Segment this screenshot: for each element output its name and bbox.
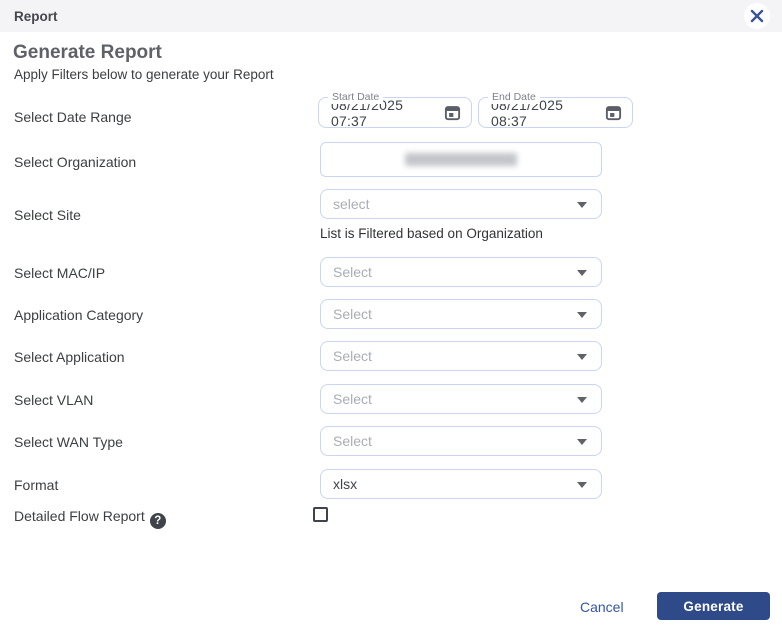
label-detailed-flow-report: Detailed Flow Report? <box>14 508 166 529</box>
label-format: Format <box>14 477 58 493</box>
wan-type-placeholder: Select <box>333 433 372 449</box>
page-subtitle: Apply Filters below to generate your Rep… <box>14 67 274 82</box>
close-button[interactable] <box>744 3 770 29</box>
label-vlan: Select VLAN <box>14 392 93 408</box>
label-site: Select Site <box>14 207 81 223</box>
chevron-down-icon <box>577 482 587 488</box>
start-date-label: Start Date <box>328 90 383 104</box>
calendar-icon[interactable] <box>605 104 622 121</box>
label-organization: Select Organization <box>14 154 136 170</box>
chevron-down-icon <box>577 439 587 445</box>
chevron-down-icon <box>577 354 587 360</box>
page-title: Generate Report <box>13 42 162 64</box>
site-select[interactable]: select <box>320 189 602 219</box>
label-app-category: Application Category <box>14 307 143 323</box>
calendar-icon[interactable] <box>444 104 461 121</box>
mac-ip-placeholder: Select <box>333 264 372 280</box>
generate-button[interactable]: Generate <box>657 592 770 620</box>
detailed-flow-report-text: Detailed Flow Report <box>14 508 145 524</box>
mac-ip-select[interactable]: Select <box>320 257 602 287</box>
dialog-titlebar: Report <box>0 0 782 32</box>
app-category-select[interactable]: Select <box>320 299 602 329</box>
organization-field[interactable] <box>320 142 602 177</box>
wan-type-select[interactable]: Select <box>320 426 602 456</box>
detailed-flow-report-checkbox[interactable] <box>313 507 328 522</box>
application-placeholder: Select <box>333 348 372 364</box>
organization-redacted-value <box>405 153 517 166</box>
label-date-range: Select Date Range <box>14 109 132 125</box>
chevron-down-icon <box>577 270 587 276</box>
start-date-field[interactable]: Start Date 08/21/2025 07:37 <box>318 97 472 128</box>
end-date-label: End Date <box>488 90 540 104</box>
format-value: xlsx <box>333 476 357 492</box>
chevron-down-icon <box>577 397 587 403</box>
label-mac-ip: Select MAC/IP <box>14 265 105 281</box>
app-category-placeholder: Select <box>333 306 372 322</box>
generate-report-dialog: Report Generate Report Apply Filters bel… <box>0 0 782 625</box>
vlan-select[interactable]: Select <box>320 384 602 414</box>
format-select[interactable]: xlsx <box>320 469 602 499</box>
end-date-field[interactable]: End Date 08/21/2025 08:37 <box>478 97 633 128</box>
site-filter-note: List is Filtered based on Organization <box>320 226 543 241</box>
dialog-title: Report <box>14 9 58 24</box>
cancel-button[interactable]: Cancel <box>580 599 624 615</box>
chevron-down-icon <box>577 202 587 208</box>
application-select[interactable]: Select <box>320 341 602 371</box>
chevron-down-icon <box>577 312 587 318</box>
label-application: Select Application <box>14 349 125 365</box>
site-placeholder: select <box>333 196 370 212</box>
label-wan-type: Select WAN Type <box>14 434 123 450</box>
question-mark-icon[interactable]: ? <box>150 513 166 529</box>
vlan-placeholder: Select <box>333 391 372 407</box>
close-icon <box>750 9 764 23</box>
